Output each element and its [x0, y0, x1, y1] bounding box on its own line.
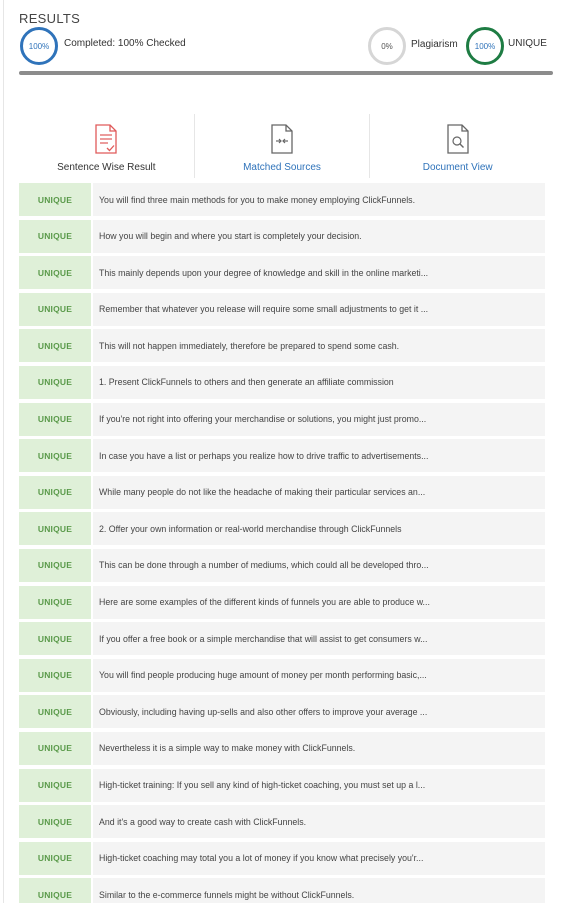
sentence-text[interactable]: In case you have a list or perhaps you r… [93, 439, 545, 473]
sentence-text[interactable]: While many people do not like the headac… [93, 475, 545, 509]
sentence-text[interactable]: High-ticket coaching may total you a lot… [93, 841, 545, 875]
document-search-icon [447, 124, 469, 154]
unique-status-badge: UNIQUE [19, 402, 91, 436]
unique-status-badge: UNIQUE [19, 512, 91, 546]
completed-status-text: Completed: 100% Checked [64, 38, 186, 49]
result-row: UNIQUE If you're not right into offering … [19, 402, 545, 436]
sentence-text[interactable]: If you offer a free book or a simple mer… [93, 622, 545, 656]
result-row: UNIQUE Nevertheless it is a simple way to… [19, 731, 545, 765]
sentence-text[interactable]: Nevertheless it is a simple way to make … [93, 731, 545, 765]
compare-file-icon [271, 124, 293, 154]
sentence-text[interactable]: If you're not right into offering your m… [93, 402, 545, 436]
unique-status-badge: UNIQUE [19, 439, 91, 473]
result-row: UNIQUE And it's a good way to create cash… [19, 805, 545, 839]
result-view-tabs: Sentence Wise Result Matched Sources Doc… [19, 114, 545, 178]
unique-status-badge: UNIQUE [19, 878, 91, 903]
sentence-text[interactable]: 1. Present ClickFunnels to others and th… [93, 365, 545, 399]
unique-status-badge: UNIQUE [19, 475, 91, 509]
sentence-text[interactable]: Obviously, including having up-sells and… [93, 695, 545, 729]
unique-percent-ring: 100% [466, 27, 504, 65]
result-row: UNIQUE Similar to the e-commerce funnels … [19, 878, 545, 903]
unique-status-badge: UNIQUE [19, 841, 91, 875]
sentence-text[interactable]: And it's a good way to create cash with … [93, 805, 545, 839]
result-row: UNIQUE 1. Present ClickFunnels to others … [19, 365, 545, 399]
unique-status-badge: UNIQUE [19, 365, 91, 399]
result-row: UNIQUE This will not happen immediately, … [19, 329, 545, 363]
sentence-text[interactable]: You will find three main methods for you… [93, 183, 545, 216]
unique-status-badge: UNIQUE [19, 183, 91, 216]
sentence-text[interactable]: Similar to the e-commerce funnels might … [93, 878, 545, 903]
sentence-text[interactable]: How you will begin and where you start i… [93, 219, 545, 253]
unique-status-badge: UNIQUE [19, 622, 91, 656]
tab-matched-sources[interactable]: Matched Sources [193, 114, 370, 178]
check-progress-bar [19, 71, 553, 75]
plagiarism-label: Plagiarism [411, 39, 458, 50]
unique-status-badge: UNIQUE [19, 585, 91, 619]
unique-percent: 100% [474, 41, 496, 51]
sentence-results-list: UNIQUE You will find three main methods f… [19, 183, 545, 903]
result-row: UNIQUE Remember that whatever you release… [19, 292, 545, 326]
result-row: UNIQUE In case you have a list or perhaps… [19, 439, 545, 473]
plagiarism-percent-ring: 0% [368, 27, 406, 65]
results-panel: RESULTS 100% Completed: 100% Checked 0% … [0, 0, 563, 903]
unique-status-badge: UNIQUE [19, 548, 91, 582]
sentence-text[interactable]: This mainly depends upon your degree of … [93, 256, 545, 290]
result-row: UNIQUE If you offer a free book or a simp… [19, 622, 545, 656]
unique-label: UNIQUE [508, 38, 547, 49]
sentence-text[interactable]: You will find people producing huge amou… [93, 658, 545, 692]
result-row: UNIQUE Here are some examples of the diff… [19, 585, 545, 619]
unique-status-badge: UNIQUE [19, 805, 91, 839]
result-row: UNIQUE You will find people producing hug… [19, 658, 545, 692]
unique-status-badge: UNIQUE [19, 256, 91, 290]
sentence-text[interactable]: This can be done through a number of med… [93, 548, 545, 582]
result-row: UNIQUE This can be done through a number … [19, 548, 545, 582]
result-row: UNIQUE How you will begin and where you s… [19, 219, 545, 253]
tab-label: Document View [422, 162, 493, 173]
result-row: UNIQUE While many people do not like the … [19, 475, 545, 509]
sentence-text[interactable]: 2. Offer your own information or real-wo… [93, 512, 545, 546]
sentence-text[interactable]: High-ticket training: If you sell any ki… [93, 768, 545, 802]
tab-label: Matched Sources [243, 162, 321, 173]
result-row: UNIQUE You will find three main methods f… [19, 183, 545, 216]
document-check-icon [95, 124, 117, 154]
completed-percent: 100% [28, 41, 50, 51]
plagiarism-percent: 0% [381, 41, 393, 51]
unique-status-badge: UNIQUE [19, 658, 91, 692]
unique-status-badge: UNIQUE [19, 695, 91, 729]
unique-status-badge: UNIQUE [19, 768, 91, 802]
panel-left-border [3, 0, 4, 903]
result-row: UNIQUE High-ticket coaching may total you… [19, 841, 545, 875]
tab-document-view[interactable]: Document View [369, 114, 545, 178]
results-title: RESULTS [19, 11, 81, 26]
sentence-text[interactable]: Remember that whatever you release will … [93, 292, 545, 326]
unique-status-badge: UNIQUE [19, 329, 91, 363]
completed-percent-ring: 100% [20, 27, 58, 65]
result-row: UNIQUE This mainly depends upon your degr… [19, 256, 545, 290]
result-row: UNIQUE Obviously, including having up-sel… [19, 695, 545, 729]
unique-status-badge: UNIQUE [19, 292, 91, 326]
result-row: UNIQUE 2. Offer your own information or r… [19, 512, 545, 546]
sentence-text[interactable]: This will not happen immediately, theref… [93, 329, 545, 363]
sentence-text[interactable]: Here are some examples of the different … [93, 585, 545, 619]
unique-status-badge: UNIQUE [19, 731, 91, 765]
tab-sentence-wise-result[interactable]: Sentence Wise Result [19, 114, 194, 178]
unique-status-badge: UNIQUE [19, 219, 91, 253]
tab-label: Sentence Wise Result [57, 162, 156, 173]
result-row: UNIQUE High-ticket training: If you sell … [19, 768, 545, 802]
